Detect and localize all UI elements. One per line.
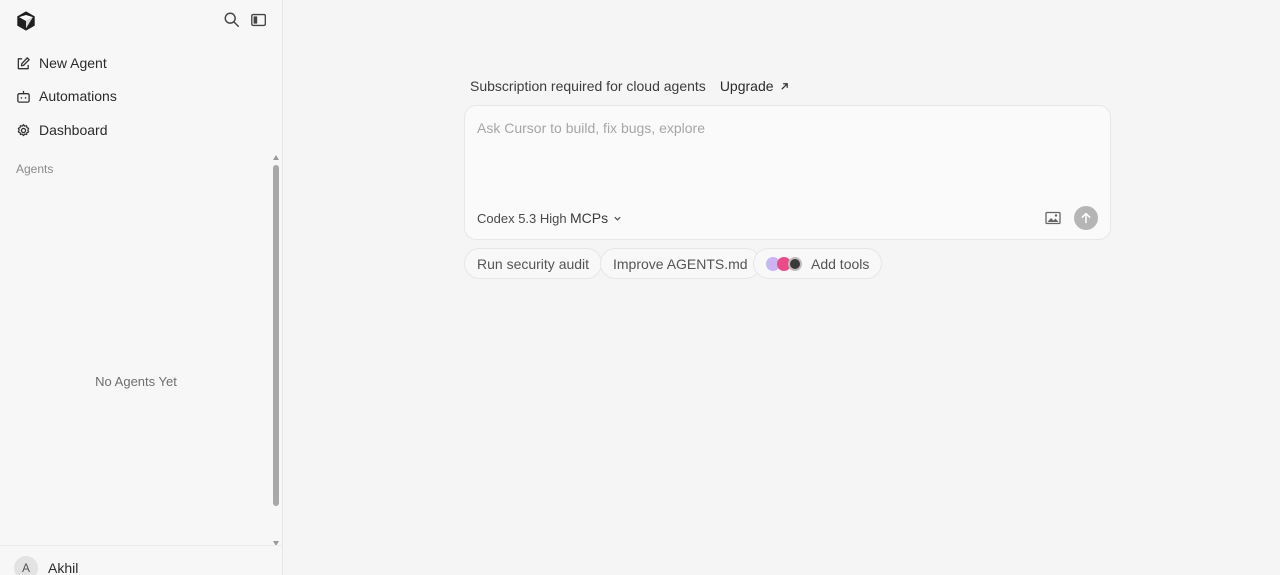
mcps-dropdown[interactable]: MCPs [570,210,622,226]
edit-icon [17,56,30,69]
github-icon [788,256,802,271]
improve-agents-md-chip[interactable]: Improve AGENTS.md [600,248,761,279]
tool-logos-icon [766,256,802,271]
sidebar-scrollbar[interactable] [272,152,282,546]
footer-divider [0,545,282,546]
chip-label: Run security audit [477,255,590,272]
sidebar: New Agent Automations Dashboard Agents N… [0,0,283,575]
cursor-logo-icon[interactable] [15,10,37,32]
prompt-input[interactable] [477,120,1097,190]
scroll-up-arrow[interactable] [273,155,279,160]
automations-label: Automations [39,88,117,104]
user-profile[interactable]: A Akhil [14,556,78,575]
chevron-down-icon [614,216,621,221]
agents-section-label: Agents [16,162,54,176]
avatar: A [14,556,38,575]
new-agent-button[interactable]: New Agent [16,52,107,74]
model-selector[interactable]: Codex 5.3 High [477,211,567,226]
username: Akhil [48,560,79,575]
add-tools-chip[interactable]: Add tools [753,248,883,279]
robot-icon [17,90,30,103]
dashboard-button[interactable]: Dashboard [16,119,108,141]
empty-agents-message: No Agents Yet [95,374,177,389]
chip-label: Improve AGENTS.md [613,255,748,272]
run-security-audit-chip[interactable]: Run security audit [464,248,603,279]
search-icon[interactable] [223,11,241,29]
new-agent-label: New Agent [39,55,107,71]
upgrade-link[interactable]: Upgrade [720,78,789,94]
prompt-composer: Codex 5.3 High MCPs [464,105,1111,240]
scroll-thumb[interactable] [273,165,279,506]
mcps-label: MCPs [570,210,609,226]
toggle-sidebar-icon[interactable] [250,11,268,29]
upgrade-label: Upgrade [719,78,774,94]
external-arrow-icon [780,82,788,90]
send-button[interactable] [1074,206,1098,230]
subscription-notice-text: Subscription required for cloud agents [470,78,706,94]
automations-button[interactable]: Automations [16,85,117,107]
image-attach-icon[interactable] [1045,210,1061,226]
gear-icon [17,123,30,136]
arrow-up-icon [1081,212,1091,224]
subscription-notice: Subscription required for cloud agents U… [470,78,789,94]
dashboard-label: Dashboard [39,122,108,138]
chip-label: Add tools [811,255,870,272]
